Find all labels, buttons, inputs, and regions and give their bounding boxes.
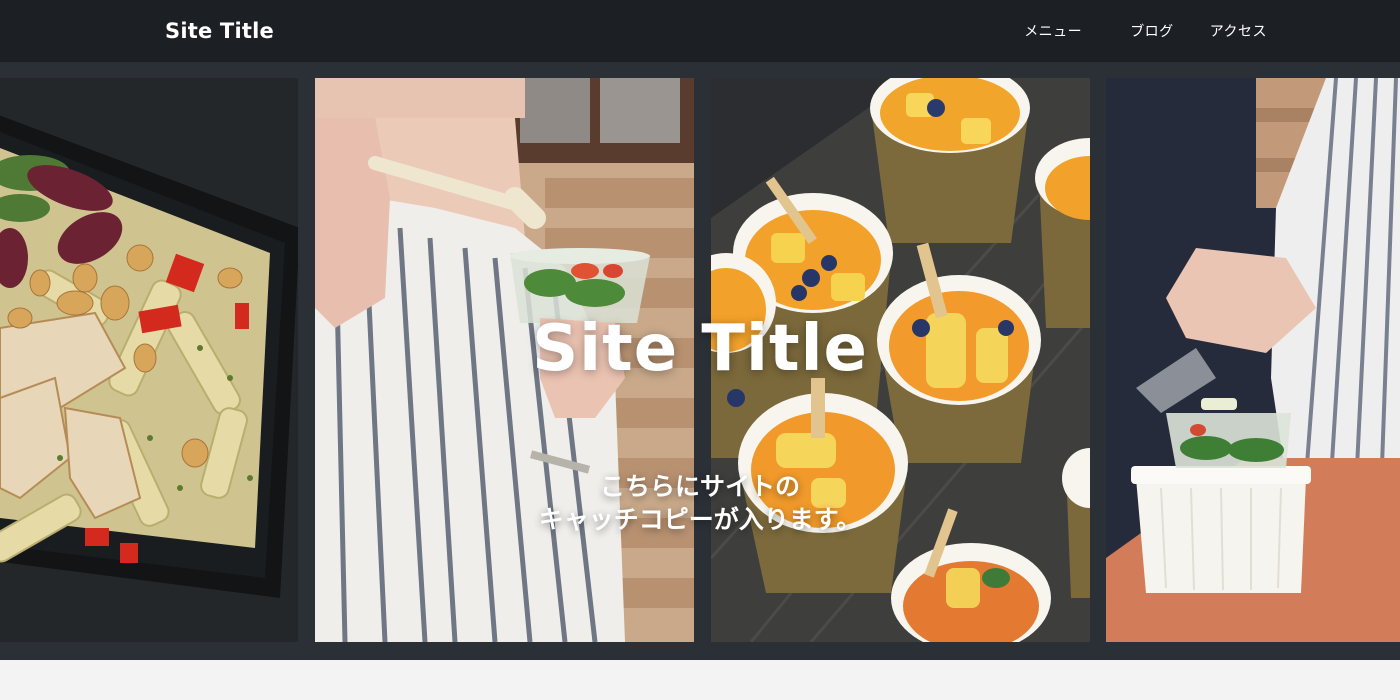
- nav-item-menu[interactable]: メニュー: [1024, 21, 1082, 41]
- nav-item-blog[interactable]: ブログ: [1130, 21, 1174, 41]
- catchphrase-line-2: キャッチコピーが入ります。: [538, 505, 862, 534]
- catchphrase-line-1: こちらにサイトの: [599, 472, 800, 501]
- site-header: Site Title メニュー ブログ アクセス: [0, 0, 1400, 62]
- hero-section: Site Title こちらにサイトの キャッチコピーが入ります。: [0, 62, 1400, 660]
- nav-item-access[interactable]: アクセス: [1210, 21, 1267, 41]
- hero-title: Site Title: [532, 312, 868, 386]
- hero-catchphrase: こちらにサイトの キャッチコピーが入ります。: [0, 470, 1400, 536]
- site-title-link[interactable]: Site Title: [165, 19, 274, 43]
- page-content-start: [0, 660, 1400, 700]
- main-nav: メニュー ブログ アクセス: [1024, 21, 1267, 41]
